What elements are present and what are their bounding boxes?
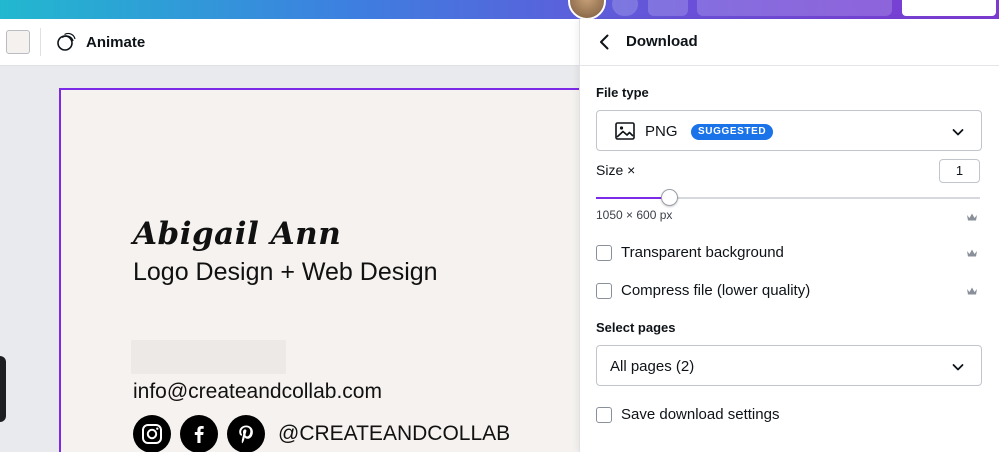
panel-header: Download [580,19,999,66]
select-pages-dropdown[interactable]: All pages (2) [596,345,982,386]
crown-icon [967,287,977,295]
chevron-down-icon [952,129,964,136]
save-download-settings-checkbox[interactable] [596,406,612,423]
card-name[interactable]: Abigail Ann [133,216,341,252]
toolbar-divider [40,28,41,56]
download-panel: Download File type PNG SUGGESTED Size × … [579,19,999,452]
top-bar-button[interactable] [648,0,688,16]
pinterest-icon[interactable] [227,415,265,452]
top-bar-button[interactable] [697,0,892,16]
social-handle[interactable]: @CREATEANDCOLLAB [278,422,510,446]
card-email[interactable]: info@createandcollab.com [133,380,382,404]
animate-label: Animate [86,33,146,51]
size-label: Size × [596,162,636,178]
select-pages-value: All pages (2) [610,358,695,375]
share-button[interactable] [902,0,996,16]
suggested-badge: SUGGESTED [691,124,774,140]
compress-file-label: Compress file (lower quality) [621,282,811,299]
card-role[interactable]: Logo Design + Web Design [133,258,438,287]
dimensions-text: 1050 × 600 px [596,208,673,222]
image-icon [615,122,635,140]
compress-file-checkbox[interactable] [596,282,612,299]
blurred-text-block[interactable] [131,340,286,374]
save-download-settings-label: Save download settings [621,406,780,423]
save-download-settings-option[interactable]: Save download settings [596,406,779,423]
file-type-label: File type [596,85,649,100]
size-slider-track[interactable] [596,197,980,199]
size-slider-fill [596,197,669,199]
file-type-value: PNG [645,123,678,140]
chevron-down-icon [952,364,964,371]
compress-file-option[interactable]: Compress file (lower quality) [596,282,810,299]
animate-button[interactable]: Animate [56,29,145,55]
transparent-background-option[interactable]: Transparent background [596,244,784,261]
facebook-icon[interactable] [180,415,218,452]
transparent-background-checkbox[interactable] [596,244,612,261]
social-row: @CREATEANDCOLLAB [133,415,510,452]
crown-icon [967,249,977,257]
instagram-icon[interactable] [133,415,171,452]
transparent-background-label: Transparent background [621,244,784,261]
select-pages-label: Select pages [596,320,676,335]
size-slider-thumb[interactable] [660,189,678,206]
size-input[interactable]: 1 [939,159,980,183]
background-color-swatch[interactable] [6,30,30,54]
panel-title: Download [626,33,698,50]
back-arrow-icon[interactable] [594,31,616,53]
top-bar [0,0,999,20]
business-card-page[interactable]: Abigail Ann Logo Design + Web Design inf… [59,88,619,452]
avatar[interactable] [568,0,606,20]
side-panel-toggle[interactable] [0,356,6,422]
crown-icon [967,213,977,221]
animate-icon [57,32,76,51]
top-bar-button[interactable] [612,0,638,16]
file-type-select[interactable]: PNG SUGGESTED [596,110,982,151]
